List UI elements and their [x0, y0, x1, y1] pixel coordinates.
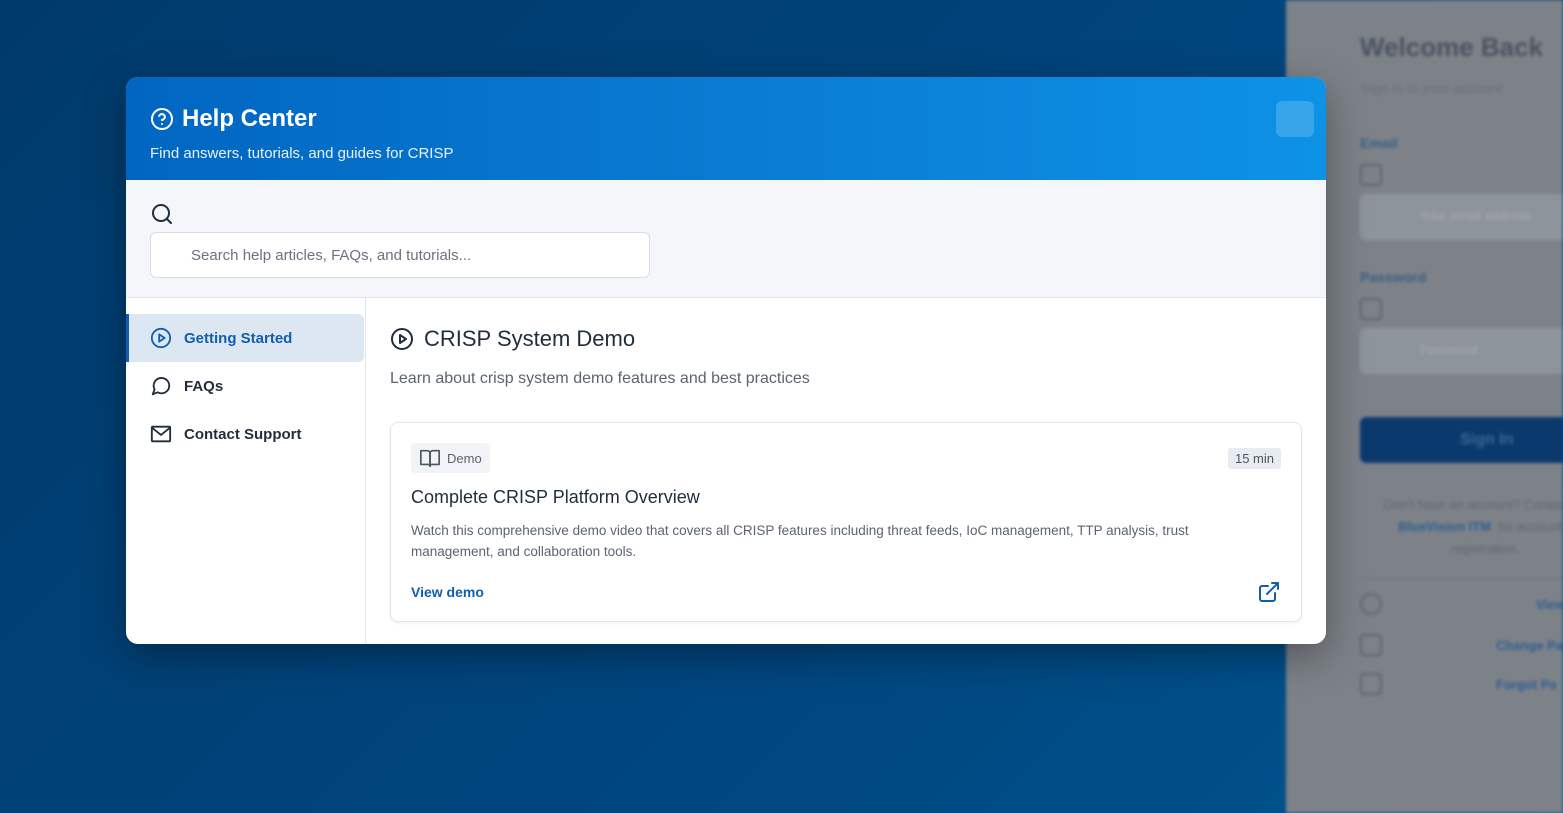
password-field: Password — [1360, 328, 1563, 374]
demo-card: Demo 15 min Complete CRISP Platform Over… — [390, 422, 1302, 622]
sidebar-item-contact-support[interactable]: Contact Support — [126, 410, 365, 458]
chat-bubble-icon — [151, 377, 171, 396]
sidebar-item-getting-started[interactable]: Getting Started — [126, 314, 364, 362]
view-demo-link[interactable]: View demo — [411, 584, 484, 600]
no-account-text-3: registration. — [1451, 541, 1519, 556]
modal-subtitle: Find answers, tutorials, and guides for … — [150, 145, 454, 162]
divider — [1360, 578, 1563, 579]
lock-icon-2 — [1360, 634, 1382, 656]
section-title: CRISP System Demo — [424, 326, 636, 351]
forgot-password-link: Forgot Pa — [1496, 677, 1557, 692]
main-content: CRISP System Demo Learn about crisp syst… — [366, 298, 1326, 644]
sign-in-button: Sign In — [1360, 417, 1563, 463]
login-subtitle: Sign in to your account — [1360, 80, 1503, 96]
section-description: Learn about crisp system demo features a… — [390, 370, 810, 387]
no-account-text: Don't have an account? Contact — [1384, 497, 1563, 512]
external-link-icon[interactable] — [1257, 580, 1281, 604]
change-password-link: Change Pa — [1496, 638, 1563, 653]
question-circle-icon — [151, 108, 173, 130]
mail-icon — [1360, 164, 1382, 186]
email-label: Email — [1360, 135, 1398, 151]
login-title: Welcome Back — [1360, 32, 1544, 62]
duration-badge: 15 min — [1227, 447, 1281, 469]
email-field: Your email address — [1360, 194, 1563, 240]
card-description: Watch this comprehensive demo video that… — [411, 523, 1189, 559]
card-title: Complete CRISP Platform Overview — [411, 487, 700, 507]
globe-icon — [1360, 593, 1382, 615]
password-label: Password — [1360, 269, 1427, 285]
sidebar-item-label: Contact Support — [184, 425, 302, 443]
play-circle-icon — [150, 327, 172, 349]
close-button[interactable] — [1276, 101, 1314, 137]
lock-icon — [1360, 298, 1382, 320]
envelope-icon — [150, 425, 172, 443]
view-link: View — [1536, 597, 1563, 612]
play-circle-icon — [391, 328, 413, 350]
modal-header: Help Center Find answers, tutorials, and… — [126, 77, 1326, 180]
sidebar-item-label: FAQs — [184, 377, 224, 395]
sidebar: Getting Started FAQs Contact Support — [126, 298, 366, 644]
sidebar-item-faqs[interactable]: FAQs — [126, 362, 365, 410]
book-open-icon — [420, 449, 440, 468]
card-tag-label: Demo — [447, 450, 482, 466]
sidebar-item-label: Getting Started — [184, 329, 293, 347]
key-icon — [1360, 673, 1382, 695]
search-input[interactable] — [150, 232, 650, 278]
search-icon — [152, 204, 172, 224]
no-account-link: BlueVision ITM — [1398, 519, 1491, 534]
search-area — [126, 180, 1326, 298]
background-login-panel: Welcome Back Sign in to your account Ema… — [1286, 0, 1563, 813]
help-center-modal: Help Center Find answers, tutorials, and… — [126, 77, 1326, 644]
no-account-text-2: for account — [1498, 519, 1563, 534]
modal-title: Help Center — [182, 105, 317, 132]
card-tag: Demo — [411, 443, 490, 473]
